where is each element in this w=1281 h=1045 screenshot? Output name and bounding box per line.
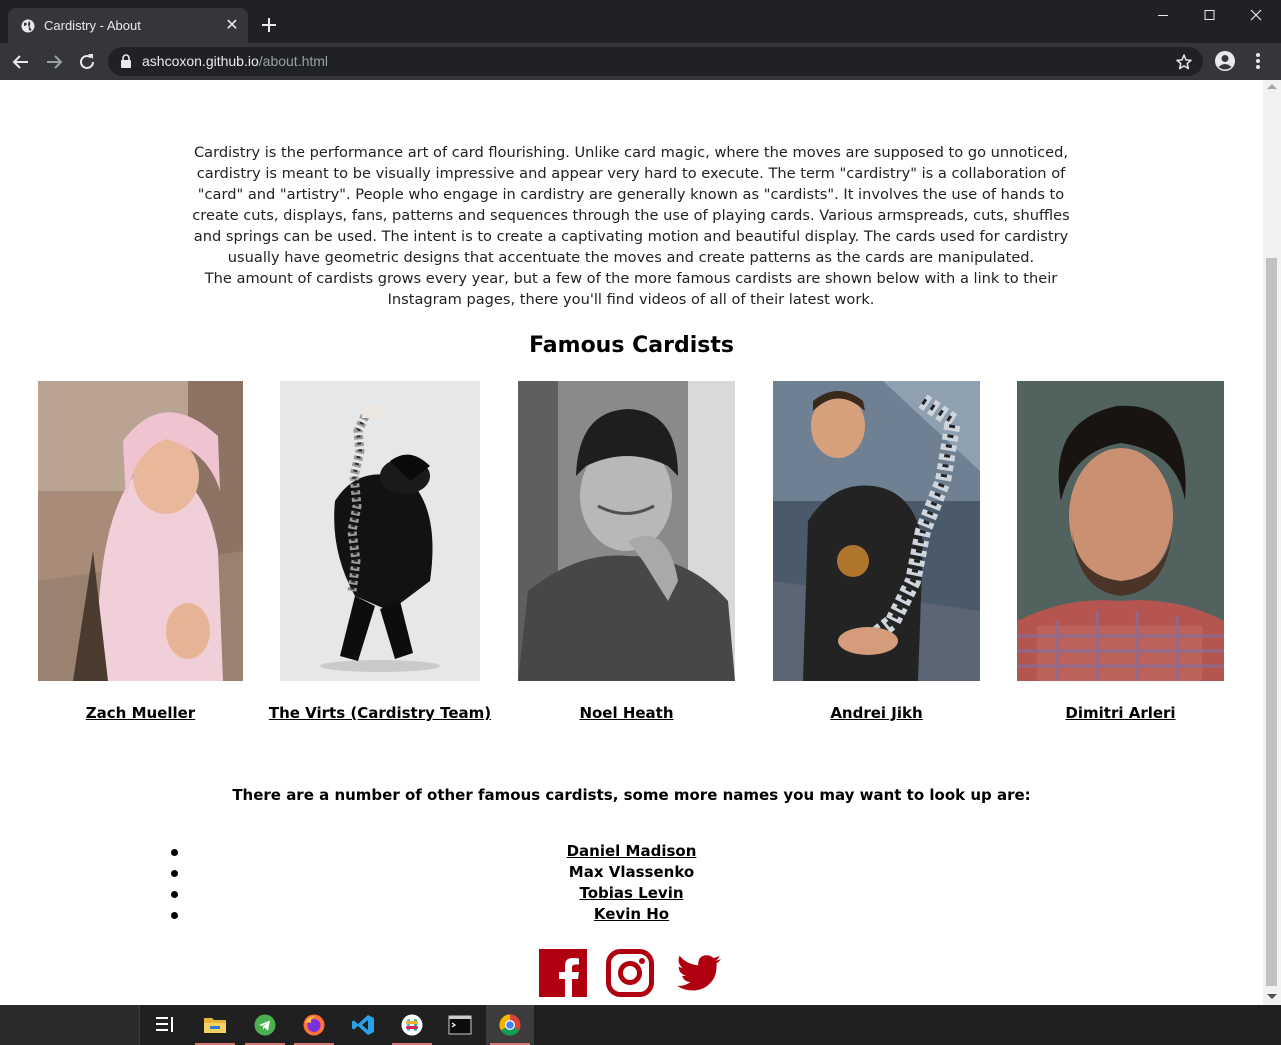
taskbar-terminal[interactable] bbox=[436, 1005, 484, 1045]
globe-icon bbox=[21, 19, 35, 33]
more-cardists-list: Daniel Madison Max Vlassenko Tobias Levi… bbox=[0, 842, 1263, 926]
link-tobias-levin[interactable]: Tobias Levin bbox=[579, 884, 683, 902]
close-window-icon[interactable] bbox=[1233, 4, 1279, 28]
cardist-photo-andrei-jikh bbox=[773, 381, 980, 681]
bookmark-star-icon[interactable] bbox=[1175, 53, 1193, 71]
address-bar[interactable]: ashcoxon.github.io/about.html bbox=[108, 47, 1203, 76]
taskbar-slack[interactable] bbox=[388, 1005, 436, 1045]
browser-tab-strip: Cardistry - About ✕ bbox=[0, 0, 1281, 43]
tab-cardistry-about[interactable]: Cardistry - About ✕ bbox=[8, 8, 248, 43]
telegram-icon bbox=[254, 1014, 276, 1036]
tab-close-icon[interactable]: ✕ bbox=[224, 17, 240, 33]
taskbar-task-view[interactable] bbox=[141, 1005, 189, 1045]
url-text[interactable]: ashcoxon.github.io/about.html bbox=[142, 53, 328, 69]
scrollbar-thumb[interactable] bbox=[1266, 258, 1277, 986]
cardist-photo-the-virts bbox=[280, 381, 480, 681]
famous-cardists-heading: Famous Cardists bbox=[529, 333, 734, 358]
intro-paragraph-2: The amount of cardists grows every year,… bbox=[204, 270, 1058, 308]
browser-toolbar: ashcoxon.github.io/about.html bbox=[0, 43, 1281, 80]
task-view-icon bbox=[156, 1017, 173, 1032]
link-kevin-ho[interactable]: Kevin Ho bbox=[594, 905, 669, 923]
bullet-icon bbox=[171, 912, 178, 919]
cardist-photo-dimitri-arleri bbox=[1017, 381, 1224, 681]
taskbar-firefox[interactable] bbox=[290, 1005, 338, 1045]
taskbar-vscode[interactable] bbox=[339, 1005, 387, 1045]
chrome-icon bbox=[499, 1014, 521, 1036]
page-viewport: Cardistry is the performance art of card… bbox=[0, 80, 1263, 1005]
intro-text: Cardistry is the performance art of card… bbox=[180, 142, 1082, 310]
cardist-card-noel-heath: Noel Heath bbox=[518, 381, 735, 722]
taskbar-search-area[interactable] bbox=[0, 1005, 140, 1045]
tab-title: Cardistry - About bbox=[44, 18, 141, 33]
profile-avatar-icon[interactable] bbox=[1214, 50, 1236, 72]
url-path: /about.html bbox=[258, 53, 329, 69]
cardist-photo-zach-mueller bbox=[38, 381, 243, 681]
lock-icon[interactable] bbox=[119, 54, 133, 69]
cardist-photo-noel-heath bbox=[518, 381, 735, 681]
file-explorer-icon bbox=[204, 1018, 226, 1033]
cardist-link-dimitri-arleri[interactable]: Dimitri Arleri bbox=[977, 704, 1263, 722]
page-scrollbar[interactable] bbox=[1263, 80, 1281, 1005]
scroll-up-arrow-icon[interactable] bbox=[1267, 84, 1277, 89]
list-item: Kevin Ho bbox=[0, 905, 1263, 926]
instagram-icon[interactable] bbox=[606, 949, 654, 997]
scroll-down-arrow-icon[interactable] bbox=[1267, 994, 1277, 999]
intro-paragraph-1: Cardistry is the performance art of card… bbox=[192, 144, 1070, 266]
cardist-link-noel-heath[interactable]: Noel Heath bbox=[478, 704, 775, 722]
forward-arrow-icon[interactable] bbox=[43, 51, 65, 73]
firefox-icon bbox=[303, 1014, 325, 1036]
reload-icon[interactable] bbox=[76, 51, 98, 73]
list-item: Daniel Madison bbox=[0, 842, 1263, 863]
cardist-card-the-virts: The Virts (Cardistry Team) bbox=[269, 381, 491, 722]
list-item: Tobias Levin bbox=[0, 884, 1263, 905]
list-item: Max Vlassenko bbox=[0, 863, 1263, 884]
bullet-icon bbox=[171, 849, 178, 856]
text-max-vlassenko: Max Vlassenko bbox=[568, 863, 695, 881]
windows-taskbar bbox=[0, 1005, 1281, 1045]
cardist-card-dimitri-arleri: Dimitri Arleri bbox=[1017, 381, 1224, 722]
twitter-icon[interactable] bbox=[674, 949, 722, 997]
taskbar-telegram[interactable] bbox=[241, 1005, 289, 1045]
bullet-icon bbox=[171, 870, 178, 877]
maximize-icon[interactable] bbox=[1186, 4, 1232, 28]
more-cardists-heading: There are a number of other famous cardi… bbox=[232, 786, 1031, 804]
taskbar-chrome[interactable] bbox=[486, 1005, 534, 1045]
slack-icon bbox=[401, 1014, 423, 1036]
bullet-icon bbox=[171, 891, 178, 898]
vscode-icon bbox=[352, 1015, 374, 1035]
link-daniel-madison[interactable]: Daniel Madison bbox=[567, 842, 697, 860]
kebab-menu-icon[interactable] bbox=[1250, 51, 1266, 71]
facebook-icon[interactable] bbox=[539, 949, 587, 997]
taskbar-file-explorer[interactable] bbox=[191, 1005, 239, 1045]
cardist-card-zach-mueller: Zach Mueller bbox=[38, 381, 243, 722]
new-tab-icon[interactable] bbox=[258, 14, 280, 36]
terminal-icon bbox=[448, 1015, 472, 1035]
url-host: ashcoxon.github.io bbox=[142, 53, 259, 69]
minimize-icon[interactable] bbox=[1140, 4, 1186, 28]
cardist-card-andrei-jikh: Andrei Jikh bbox=[773, 381, 980, 722]
back-arrow-icon[interactable] bbox=[10, 51, 32, 73]
